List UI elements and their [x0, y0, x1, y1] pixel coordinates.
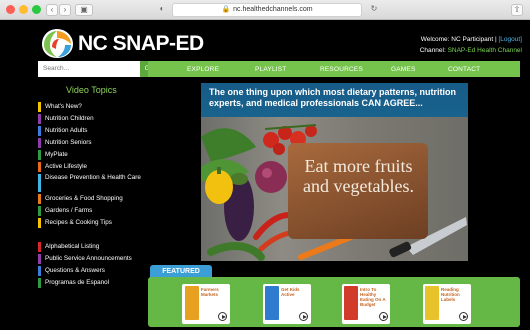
topic-nutrition-children[interactable]: Nutrition Children	[38, 114, 146, 125]
hero-headline: The one thing upon which most dietary pa…	[209, 87, 456, 108]
lock-icon: 🔒	[221, 6, 231, 13]
topic-color-bar	[38, 102, 41, 112]
card-thumbnail	[425, 286, 439, 320]
topic-color-bar	[38, 138, 41, 148]
topic-disease-prevention[interactable]: Disease Prevention & Health Care	[38, 174, 146, 193]
topic-color-bar	[38, 194, 41, 204]
nav-playlist[interactable]: PLAYLIST	[255, 66, 286, 73]
hero-board-text: Eat more fruits and vegetables.	[303, 156, 414, 196]
card-title: Reading Nutrition Labels	[441, 287, 460, 302]
topic-label: Public Service Announcements	[45, 255, 132, 262]
topic-label: Nutrition Adults	[45, 127, 88, 134]
video-topics-list: What's New? Nutrition Children Nutrition…	[38, 102, 146, 290]
play-icon[interactable]	[379, 312, 388, 321]
topic-label: Recipes & Cooking Tips	[45, 219, 112, 226]
topic-label: Nutrition Seniors	[45, 139, 92, 146]
topic-qa[interactable]: Questions & Answers	[38, 266, 146, 277]
logo-icon[interactable]	[40, 27, 75, 59]
share-icon[interactable]: ⇧	[511, 4, 523, 16]
privacy-shield-icon[interactable]: ◐	[156, 4, 168, 16]
topic-myplate[interactable]: MyPlate	[38, 150, 146, 161]
url-text: nc.healthedchannels.com	[233, 6, 313, 13]
video-topics-title: Video Topics	[66, 85, 117, 95]
address-bar[interactable]: 🔒 nc.healthedchannels.com	[172, 3, 362, 17]
site-brand[interactable]: NC SNAP-ED	[78, 32, 204, 56]
play-icon[interactable]	[299, 312, 308, 321]
logout-link[interactable]: [Logout]	[499, 36, 523, 43]
topic-gardens-farms[interactable]: Gardens / Farms	[38, 206, 146, 217]
card-title: Intro To Healthy Eating On A Budget	[360, 287, 386, 307]
topic-espanol[interactable]: Programas de Espanol	[38, 278, 146, 289]
topic-nutrition-adults[interactable]: Nutrition Adults	[38, 126, 146, 137]
topic-color-bar	[38, 126, 41, 136]
card-title: Get Kids Active	[281, 287, 300, 297]
channel-link[interactable]: SNAP-Ed Health Channel	[448, 47, 522, 54]
topic-alphabetical[interactable]: Alphabetical Listing	[38, 242, 146, 253]
topic-color-bar	[38, 266, 41, 276]
channel-text: Channel: SNAP-Ed Health Channel	[420, 47, 522, 54]
reload-icon[interactable]: ↻	[368, 4, 380, 16]
back-icon[interactable]: ‹	[46, 4, 58, 16]
topic-color-bar	[38, 174, 41, 192]
browser-toolbar: ‹ › ▣ ◐ 🔒 nc.healthedchannels.com ↻ ⇧	[0, 0, 530, 20]
card-thumbnail	[185, 286, 199, 320]
search-input[interactable]	[38, 61, 140, 77]
topic-color-bar	[38, 150, 41, 160]
topic-color-bar	[38, 218, 41, 228]
main-nav: EXPLORE PLAYLIST RESOURCES GAMES CONTACT	[148, 61, 520, 77]
topic-label: Questions & Answers	[45, 267, 105, 274]
card-thumbnail	[344, 286, 358, 320]
sidebar-toggle-icon[interactable]: ▣	[75, 4, 93, 16]
card-title: Farmers Markets	[201, 287, 219, 297]
hero-banner[interactable]: The one thing upon which most dietary pa…	[201, 83, 468, 261]
topic-label: Disease Prevention & Health Care	[45, 174, 141, 181]
topic-color-bar	[38, 278, 41, 288]
nav-games[interactable]: GAMES	[391, 66, 415, 73]
topic-label: What's New?	[45, 103, 82, 110]
topic-label: Groceries & Food Shopping	[45, 195, 123, 202]
play-icon[interactable]	[218, 312, 227, 321]
minimize-window-button[interactable]	[19, 5, 28, 14]
topic-groceries[interactable]: Groceries & Food Shopping	[38, 194, 146, 205]
topic-active-lifestyle[interactable]: Active Lifestyle	[38, 162, 146, 173]
zoom-window-button[interactable]	[32, 5, 41, 14]
topic-color-bar	[38, 114, 41, 124]
topic-color-bar	[38, 242, 41, 252]
topic-label: Programas de Espanol	[45, 279, 110, 286]
topic-psa[interactable]: Public Service Announcements	[38, 254, 146, 265]
welcome-text: Welcome: NC Participant | [Logout]	[421, 36, 522, 43]
nav-explore[interactable]: EXPLORE	[187, 66, 219, 73]
topic-nutrition-seniors[interactable]: Nutrition Seniors	[38, 138, 146, 149]
topic-color-bar	[38, 206, 41, 216]
card-thumbnail	[265, 286, 279, 320]
channel-label: Channel:	[419, 47, 448, 54]
nav-resources[interactable]: RESOURCES	[320, 66, 363, 73]
topic-recipes[interactable]: Recipes & Cooking Tips	[38, 218, 146, 229]
play-icon[interactable]	[459, 312, 468, 321]
forward-icon[interactable]: ›	[59, 4, 71, 16]
topic-label: Gardens / Farms	[45, 207, 93, 214]
topic-label: Nutrition Children	[45, 115, 94, 122]
topic-color-bar	[38, 254, 41, 264]
close-window-button[interactable]	[6, 5, 15, 14]
topic-whats-new[interactable]: What's New?	[38, 102, 146, 113]
topic-color-bar	[38, 162, 41, 172]
topic-label: Active Lifestyle	[45, 163, 87, 170]
topic-label: MyPlate	[45, 151, 68, 158]
nav-contact[interactable]: CONTACT	[448, 66, 480, 73]
topic-label: Alphabetical Listing	[45, 243, 100, 250]
welcome-label: Welcome: NC Participant |	[420, 36, 499, 43]
